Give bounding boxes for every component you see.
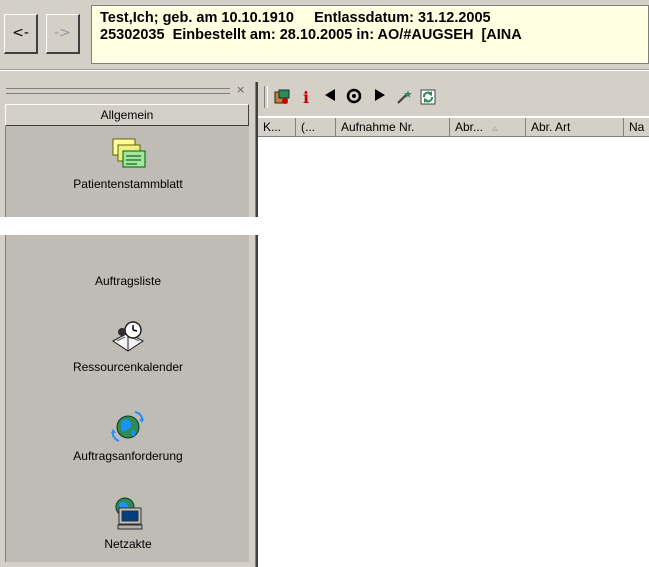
info-icon[interactable]: i — [296, 88, 316, 108]
patient-info-line2: 25302035 Einbestellt am: 28.10.2005 in: … — [100, 27, 522, 43]
record-icon[interactable] — [344, 88, 364, 108]
dock-grip-line — [6, 93, 230, 94]
back-button[interactable]: <- — [4, 14, 38, 54]
close-icon[interactable]: × — [236, 83, 245, 96]
column-header-abr-label: Abr... — [455, 120, 484, 134]
magic-wand-icon[interactable] — [394, 88, 414, 108]
case-list-panel: i K... (... Aufnahme Nr. Abr... ▵ Abr. A… — [256, 82, 649, 567]
table-header: K... (... Aufnahme Nr. Abr... ▵ Abr. Art… — [258, 118, 649, 137]
case-icon[interactable] — [272, 88, 292, 108]
shortcut-ressourcenkalender[interactable]: Ressourcenkalender — [6, 319, 250, 374]
column-header-aufnahme-nr[interactable]: Aufnahme Nr. — [336, 118, 450, 136]
shortcut-label: Auftragsanforderung — [73, 449, 183, 463]
shortcut-auftragsanforderung[interactable]: Auftragsanforderung — [6, 408, 250, 463]
sort-ascending-icon: ▵ — [492, 123, 498, 134]
patient-info-line1: Test,Ich; geb. am 10.10.1910 Entlassdatu… — [100, 10, 491, 26]
sidebar-panel: × Allgemein Patientenstammblatt Auftrags… — [0, 82, 256, 567]
refresh-icon[interactable] — [418, 88, 438, 108]
column-header-abr[interactable]: Abr... ▵ — [450, 118, 526, 136]
column-header-na[interactable]: Na — [624, 118, 649, 136]
column-header-abr-art[interactable]: Abr. Art — [526, 118, 624, 136]
shortcut-label: Auftragsliste — [94, 274, 162, 288]
column-header-k[interactable]: K... — [258, 118, 296, 136]
shortcut-auftragsliste[interactable]: Auftragsliste — [6, 274, 250, 288]
shortcut-label: Patientenstammblatt — [73, 177, 183, 191]
screenshot-gap — [0, 217, 649, 235]
toolbar-separator — [264, 86, 268, 108]
next-icon[interactable] — [370, 88, 390, 108]
network-computer-icon — [115, 497, 143, 530]
shortcut-label: Netzakte — [104, 537, 152, 551]
column-header-paren[interactable]: (... — [296, 118, 336, 136]
patient-card-icon — [112, 138, 146, 168]
shortcut-netzakte[interactable]: Netzakte — [6, 496, 250, 551]
shortcut-label: Ressourcenkalender — [72, 360, 184, 374]
globe-arrows-icon — [111, 411, 144, 442]
patient-info-banner: Test,Ich; geb. am 10.10.1910 Entlassdatu… — [91, 5, 649, 64]
section-header-allgemein[interactable]: Allgemein — [5, 104, 249, 126]
case-toolbar: i — [258, 82, 649, 116]
prev-icon[interactable] — [320, 88, 340, 108]
top-bar: <- -> Test,Ich; geb. am 10.10.1910 Entla… — [0, 0, 649, 70]
forward-button[interactable]: -> — [46, 14, 80, 54]
shortcut-patientenstammblatt[interactable]: Patientenstammblatt — [6, 136, 250, 191]
shortcut-list: Patientenstammblatt Auftragsliste Ressou… — [5, 126, 249, 562]
calendar-clock-icon — [112, 321, 144, 352]
